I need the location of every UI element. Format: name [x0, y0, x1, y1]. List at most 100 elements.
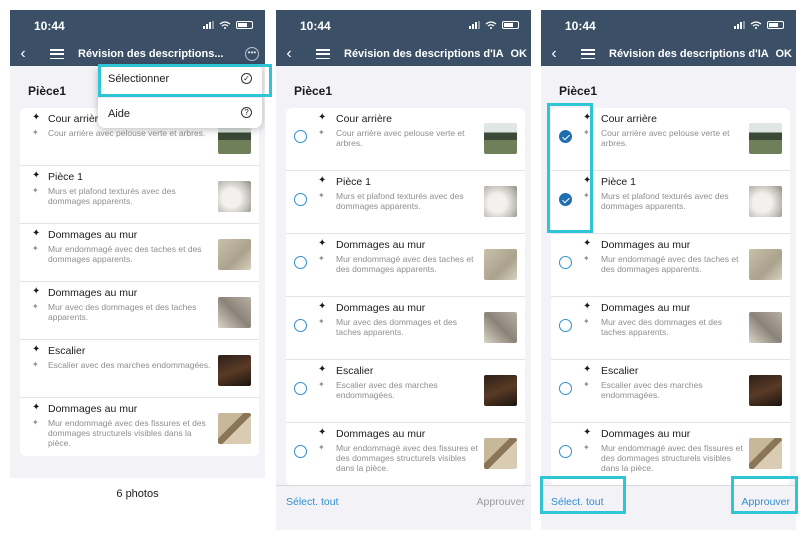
menu-icon[interactable]	[50, 49, 64, 59]
stairs-thumbnail[interactable]	[484, 375, 517, 406]
list-item[interactable]: ✦ Cour arrière ✦ Cour arrière avec pelouse …	[551, 108, 790, 171]
stairs-thumbnail[interactable]	[749, 375, 782, 406]
battery-icon	[236, 21, 253, 29]
sparkle-icon: ✦	[318, 175, 327, 186]
item-title: Cour arrière	[601, 113, 658, 125]
signal-icon	[469, 21, 480, 29]
back-icon[interactable]: ‹	[12, 46, 34, 62]
item-title: Cour arrière	[48, 113, 105, 125]
item-description: Murs et plafond texturés avec des dommag…	[336, 191, 464, 211]
item-description: Mur avec des dommages et des taches appa…	[336, 317, 457, 337]
garden-thumbnail[interactable]	[484, 123, 517, 154]
nav-title: Révision des descriptions d'IA	[344, 48, 504, 60]
list-item[interactable]: ✦ Dommages au mur ✦ Mur endommagé avec des …	[20, 224, 259, 282]
menu-item-help[interactable]: Aide ?	[98, 94, 262, 128]
checked-radio-icon[interactable]	[559, 130, 572, 143]
crack-thumbnail[interactable]	[218, 413, 251, 444]
wall-thumbnail[interactable]	[749, 249, 782, 280]
item-description: Murs et plafond texturés avec des dommag…	[601, 191, 729, 211]
item-description: Cour arrière avec pelouse verte et arbre…	[601, 128, 730, 148]
menu-item-select[interactable]: Sélectionner ✓	[98, 64, 262, 94]
check-circle-icon: ✓	[241, 73, 252, 84]
item-description: Mur endommagé avec des fissures et des d…	[48, 418, 206, 448]
menu-icon[interactable]	[316, 49, 330, 59]
list-item[interactable]: ✦ Pièce 1 ✦ Murs et plafond texturés avec d…	[20, 166, 259, 224]
stairs-thumbnail[interactable]	[218, 355, 251, 386]
wall-thumbnail[interactable]	[484, 312, 517, 343]
nav-row: ‹ Révision des descriptions d'IA OK	[541, 44, 796, 64]
item-description: Mur endommagé avec des fissures et des d…	[601, 443, 743, 473]
item-title: Pièce 1	[601, 176, 637, 188]
list-item[interactable]: ✦ Dommages au mur ✦ Mur endommagé avec des …	[20, 398, 259, 456]
sparkle-icon: ✦	[32, 302, 39, 311]
item-description: Cour arrière avec pelouse verte et arbre…	[336, 128, 465, 148]
sparkle-icon: ✦	[318, 364, 327, 375]
back-icon[interactable]: ‹	[278, 46, 300, 62]
select-all-button[interactable]: Sélect. tout	[551, 496, 604, 508]
status-time: 10:44	[34, 19, 65, 33]
room-thumbnail[interactable]	[218, 181, 251, 212]
list-item[interactable]: ✦ Dommages au mur ✦ Mur endommagé avec des …	[551, 234, 790, 297]
item-description: Cour arrière avec pelouse verte et arbre…	[48, 128, 206, 138]
wall-thumbnail[interactable]	[218, 297, 251, 328]
list-item[interactable]: ✦ Dommages au mur ✦ Mur endommagé avec des …	[286, 234, 525, 297]
room-thumbnail[interactable]	[484, 186, 517, 217]
approve-button[interactable]: Approuver	[742, 496, 790, 508]
photo-count: 6 photos	[10, 478, 265, 530]
item-title: Escalier	[48, 345, 86, 357]
radio-button[interactable]	[294, 382, 307, 395]
list-item[interactable]: ✦ Dommages au mur ✦ Mur endommagé avec des …	[551, 423, 790, 486]
list-item[interactable]: ✦ Dommages au mur ✦ Mur avec des dommages e…	[286, 297, 525, 360]
sparkle-icon: ✦	[32, 402, 41, 413]
radio-button[interactable]	[559, 256, 572, 269]
select-all-button[interactable]: Sélect. tout	[286, 496, 339, 508]
wall-thumbnail[interactable]	[218, 239, 251, 270]
list-item[interactable]: ✦ Dommages au mur ✦ Mur endommagé avec des …	[286, 423, 525, 486]
sparkle-icon: ✦	[583, 443, 590, 452]
sparkle-icon: ✦	[318, 443, 325, 452]
list-item[interactable]: ✦ Cour arrière ✦ Cour arrière avec pelouse …	[286, 108, 525, 171]
item-title: Escalier	[601, 365, 639, 377]
item-title: Dommages au mur	[336, 428, 426, 440]
ok-button[interactable]: OK	[511, 48, 528, 60]
radio-button[interactable]	[559, 319, 572, 332]
radio-button[interactable]	[559, 382, 572, 395]
sparkle-icon: ✦	[32, 228, 41, 239]
list-item[interactable]: ✦ Pièce 1 ✦ Murs et plafond texturés avec d…	[286, 171, 525, 234]
back-icon[interactable]: ‹	[543, 46, 565, 62]
menu-icon[interactable]	[581, 49, 595, 59]
list-item[interactable]: ✦ Escalier ✦ Escalier avec des marches endo…	[551, 360, 790, 423]
sparkle-icon: ✦	[583, 175, 592, 186]
list-item[interactable]: ✦ Dommages au mur ✦ Mur avec des dommages e…	[20, 282, 259, 340]
wall-thumbnail[interactable]	[749, 312, 782, 343]
radio-button[interactable]	[294, 445, 307, 458]
phone-screen-menu: 10:44 ‹ Révision des descriptions... •••…	[10, 10, 265, 530]
sparkle-icon: ✦	[32, 244, 39, 253]
phone-screen-select-mode: 10:44 ‹ Révision des descriptions d'IA O…	[276, 10, 531, 530]
wall-thumbnail[interactable]	[484, 249, 517, 280]
list-item[interactable]: ✦ Escalier ✦ Escalier avec des marches endo…	[20, 340, 259, 398]
list-item[interactable]: ✦ Dommages au mur ✦ Mur avec des dommages e…	[551, 297, 790, 360]
approve-button[interactable]: Approuver	[477, 496, 525, 508]
crack-thumbnail[interactable]	[749, 438, 782, 469]
ok-button[interactable]: OK	[776, 48, 793, 60]
room-thumbnail[interactable]	[749, 186, 782, 217]
more-icon[interactable]: •••	[245, 47, 259, 61]
sparkle-icon: ✦	[32, 128, 39, 137]
radio-button[interactable]	[294, 319, 307, 332]
radio-button[interactable]	[294, 193, 307, 206]
radio-button[interactable]	[559, 445, 572, 458]
list-item[interactable]: ✦ Pièce 1 ✦ Murs et plafond texturés avec d…	[551, 171, 790, 234]
garden-thumbnail[interactable]	[749, 123, 782, 154]
section-title: Pièce1	[559, 84, 598, 98]
crack-thumbnail[interactable]	[484, 438, 517, 469]
status-icons	[203, 21, 253, 29]
menu-item-help-label: Aide	[108, 108, 131, 120]
item-description: Escalier avec des marches endommagées.	[336, 380, 438, 400]
checked-radio-icon[interactable]	[559, 193, 572, 206]
top-bar: 10:44 ‹ Révision des descriptions... •••	[10, 10, 265, 66]
list-item[interactable]: ✦ Escalier ✦ Escalier avec des marches endo…	[286, 360, 525, 423]
battery-icon	[767, 21, 784, 29]
radio-button[interactable]	[294, 130, 307, 143]
radio-button[interactable]	[294, 256, 307, 269]
